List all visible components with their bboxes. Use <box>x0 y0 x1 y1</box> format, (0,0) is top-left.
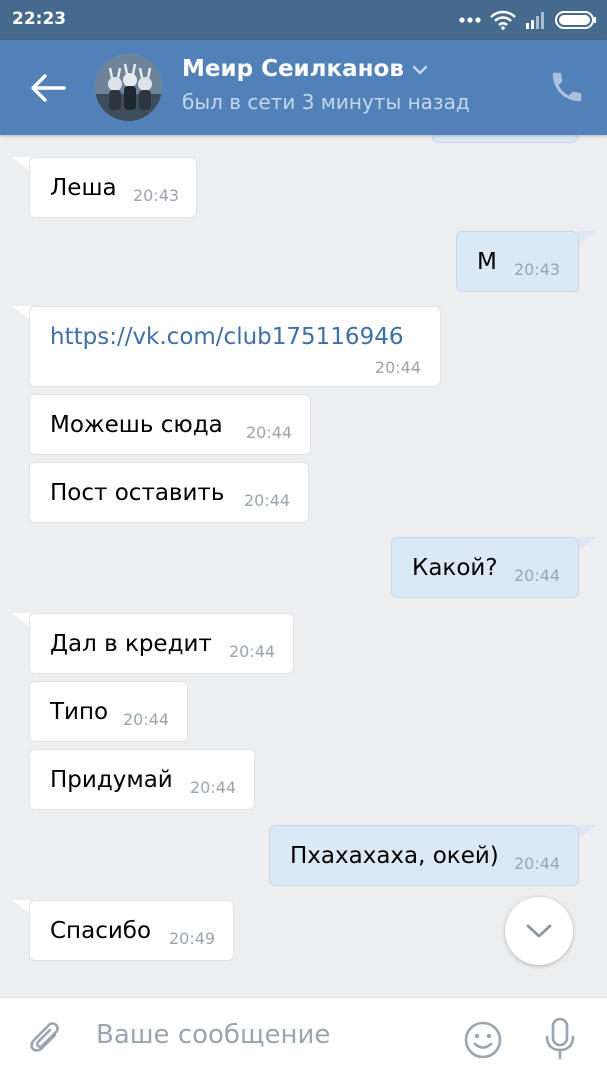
attach-icon[interactable] <box>28 1020 66 1060</box>
message-bubble-incoming[interactable]: Типо 20:44 <box>29 681 188 742</box>
bubble-tail <box>12 900 30 914</box>
message-text: Типо <box>50 699 109 725</box>
message-text: Пост оставить <box>50 480 225 506</box>
microphone-icon[interactable] <box>540 1016 580 1062</box>
contact-name-text: Меир Сеилканов <box>182 56 404 82</box>
contact-status: был в сети 3 минуты назад <box>182 90 470 114</box>
emoji-icon[interactable] <box>463 1020 503 1060</box>
message-bubble-incoming[interactable]: Дал в кредит 20:44 <box>29 613 294 674</box>
message-input[interactable]: Ваше сообщение <box>96 1020 330 1050</box>
message-bubble-incoming[interactable]: Спасибо 20:49 <box>29 900 234 961</box>
chevron-down-icon <box>412 65 428 75</box>
message-bubble-incoming[interactable]: Придумай 20:44 <box>29 749 255 810</box>
message-text: Пхахахаха, окей) <box>290 843 499 869</box>
message-time: 20:44 <box>514 566 561 585</box>
message-bubble-outgoing[interactable]: Пхахахаха, окей) 20:44 <box>269 825 579 886</box>
bubble-tail <box>578 537 596 551</box>
phone-icon[interactable] <box>548 68 586 106</box>
avatar[interactable] <box>95 54 162 121</box>
contact-name[interactable]: Меир Сеилканов <box>182 56 428 82</box>
message-time: 20:44 <box>229 642 276 661</box>
message-time: 20:44 <box>244 491 291 510</box>
message-composer: Ваше сообщение <box>0 997 607 1080</box>
message-time: 20:43 <box>133 186 180 205</box>
message-bubble-partial <box>432 135 578 143</box>
message-text: Какой? <box>412 555 498 581</box>
bubble-tail <box>578 231 596 245</box>
message-time: 20:49 <box>169 929 216 948</box>
signal-icon <box>526 12 544 29</box>
bubble-tail <box>578 825 596 839</box>
message-text: Леша <box>50 175 117 201</box>
message-link[interactable]: https://vk.com/club175116946 <box>50 324 403 350</box>
message-text: Придумай <box>50 767 173 793</box>
message-bubble-incoming[interactable]: https://vk.com/club175116946 20:44 <box>29 306 441 387</box>
message-text: Можешь сюда <box>50 412 223 438</box>
bubble-tail <box>12 157 30 171</box>
status-time: 22:23 <box>12 9 67 29</box>
status-bar: 22:23 <box>0 0 607 40</box>
chat-header: Меир Сеилканов был в сети 3 минуты назад <box>0 40 607 135</box>
avatar-image <box>95 54 162 121</box>
message-bubble-incoming[interactable]: Пост оставить 20:44 <box>29 462 309 523</box>
message-list[interactable]: Леша 20:43 М 20:43 https://vk.com/club17… <box>0 135 607 997</box>
message-time: 20:43 <box>514 260 561 279</box>
message-bubble-outgoing[interactable]: Какой? 20:44 <box>391 537 579 598</box>
message-bubble-outgoing[interactable]: М 20:43 <box>456 231 579 292</box>
wifi-icon <box>490 10 516 30</box>
message-text: Дал в кредит <box>50 631 212 657</box>
battery-icon <box>555 11 596 29</box>
message-text: Спасибо <box>50 918 152 944</box>
bubble-tail <box>12 613 30 627</box>
message-time: 20:44 <box>190 778 237 797</box>
scroll-down-icon <box>526 924 552 938</box>
message-bubble-incoming[interactable]: Леша 20:43 <box>29 157 197 218</box>
message-bubble-incoming[interactable]: Можешь сюда 20:44 <box>29 394 311 455</box>
scroll-down-button[interactable] <box>505 897 573 965</box>
message-text: М <box>477 249 497 275</box>
bubble-tail <box>12 306 30 320</box>
back-arrow-icon[interactable] <box>28 70 68 106</box>
message-time: 20:44 <box>246 423 293 442</box>
message-time: 20:44 <box>123 710 170 729</box>
message-time: 20:44 <box>374 358 421 377</box>
status-icons <box>459 9 597 31</box>
more-dots-icon <box>459 17 481 23</box>
message-time: 20:44 <box>514 854 561 873</box>
